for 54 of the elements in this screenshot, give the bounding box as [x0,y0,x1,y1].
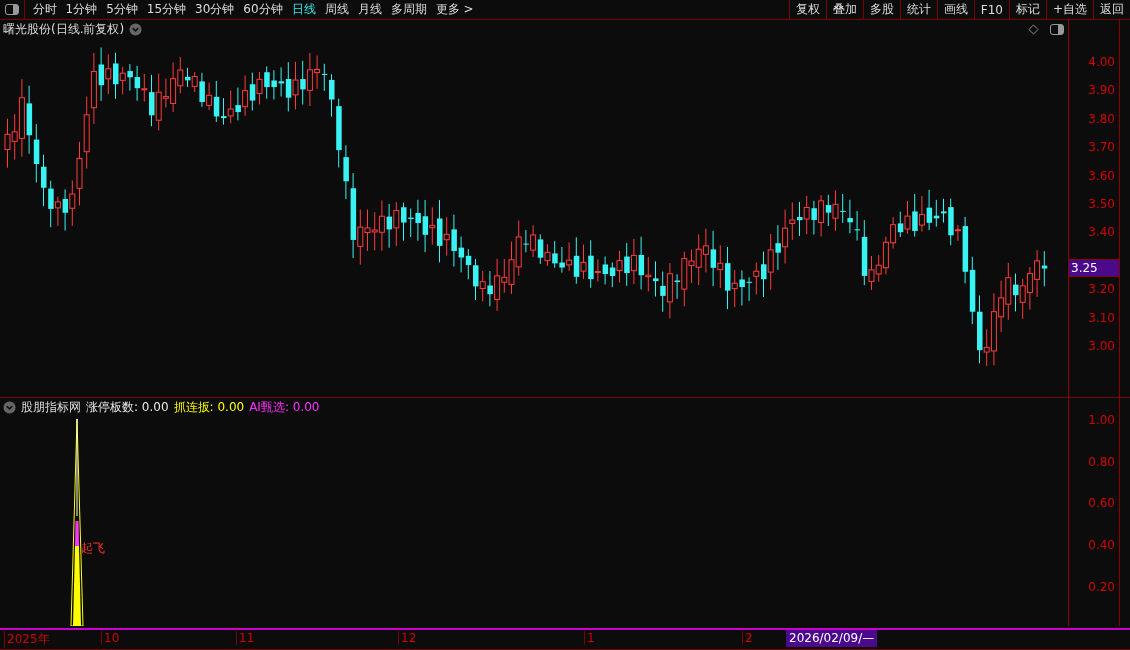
toolbar-button[interactable]: 返回 [1093,0,1130,19]
period-tab[interactable]: 15分钟 [142,0,191,19]
price-tick: 4.00 [1088,55,1115,69]
price-tick: 3.50 [1088,197,1115,211]
period-tab[interactable]: 60分钟 [238,0,288,19]
price-tick: 3.40 [1088,225,1115,240]
period-tab[interactable]: 日线 [287,0,321,19]
indicator-tick: 0.60 [1088,496,1115,511]
price-tick: 3.20 [1088,282,1115,297]
toolbar-button[interactable]: F10 [973,0,1009,19]
period-tab[interactable]: 月线 [353,0,387,19]
period-tab[interactable]: 1分钟 [61,0,102,19]
price-tick: 3.00 [1088,339,1115,353]
date-label: 12 [398,631,417,645]
price-tick: 3.70 [1088,140,1115,155]
panel-toggle-icon[interactable] [1050,23,1064,35]
price-tick: 3.10 [1088,310,1115,325]
indicator-tick: 0.40 [1088,538,1115,553]
period-tab[interactable]: 更多 > [431,0,478,19]
toolbar-button[interactable]: 多股 [862,0,900,19]
date-label: 2 [742,631,753,645]
dropdown-icon[interactable] [129,22,143,36]
date-label: 2025年 [4,631,50,648]
indicator-title: 股朋指标网 [21,398,81,416]
date-label: 10 [101,631,120,645]
date-label: 11 [236,631,255,645]
chart-title: 曙光股份(日线.前复权) [3,20,125,38]
diamond-icon[interactable] [1028,23,1039,35]
period-tab[interactable]: 分时 [28,0,61,19]
price-tick: 3.60 [1088,168,1115,183]
price-tick: 3.90 [1088,83,1115,98]
period-tab[interactable]: 多周期 [386,0,432,19]
indicator-reading: 抓连扳: 0.00 [173,398,245,416]
indicator-tick: 1.00 [1088,413,1115,427]
current-price-tag: 3.25 [1069,258,1119,277]
cursor-date-tag: 2026/02/09/— [786,630,878,647]
toolbar-button[interactable]: 复权 [788,0,826,19]
toolbar-button[interactable]: 统计 [899,0,937,19]
period-tab[interactable]: 5分钟 [101,0,143,19]
indicator-reading: AI甄选: 0.00 [249,398,320,416]
toolbar-button[interactable]: 画线 [936,0,974,19]
toolbar-button[interactable]: 标记 [1008,0,1046,19]
dropdown-icon[interactable] [3,400,16,414]
date-label: 1 [584,631,595,645]
toolbar-button[interactable]: +自选 [1045,0,1093,19]
indicator-tick: 0.80 [1088,454,1115,469]
toolbar-button[interactable]: 叠加 [825,0,863,19]
period-tab[interactable]: 30分钟 [190,0,239,19]
signal-label: 起飞 [81,540,105,557]
indicator-tick: 0.20 [1088,579,1115,594]
period-tab[interactable]: 周线 [320,0,354,19]
price-tick: 3.80 [1088,111,1115,126]
panel-toggle-icon[interactable] [5,4,19,15]
indicator-reading: 涨停板数: 0.00 [86,398,169,416]
